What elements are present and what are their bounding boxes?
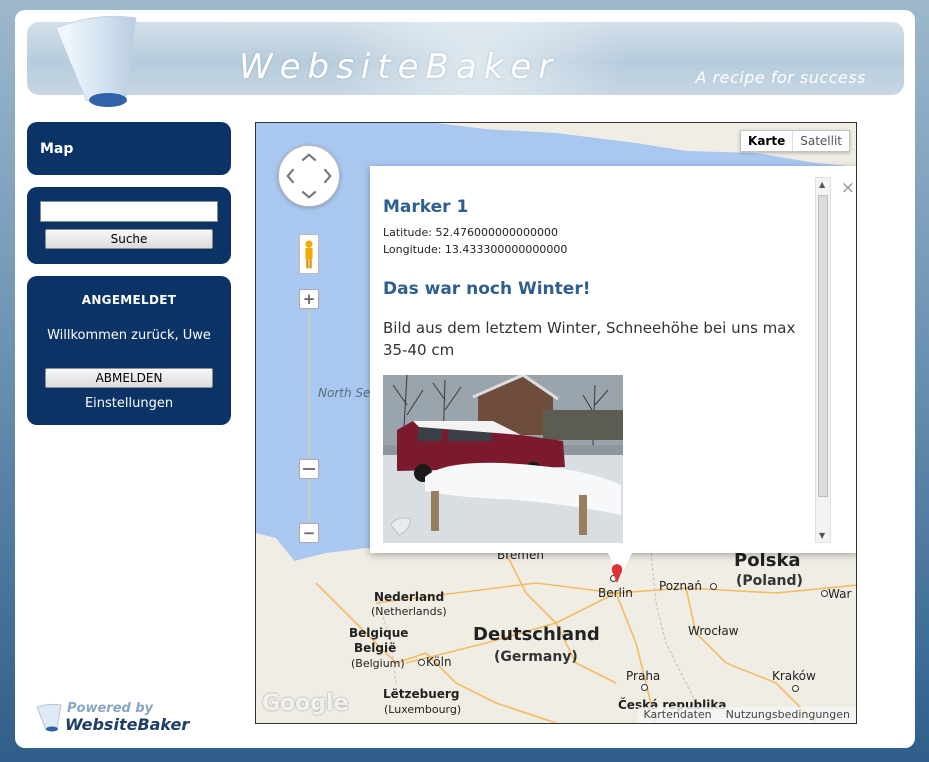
map-label-letzebuerg: Lëtzebuerg <box>383 687 460 701</box>
search-input[interactable] <box>40 201 218 222</box>
city-dot-krakow <box>792 685 799 692</box>
map-label-koln: Köln <box>426 655 452 669</box>
map-label-belgique: Belgique <box>349 626 409 640</box>
map-data-link[interactable]: Kartendaten <box>644 708 712 722</box>
map-label-germany: (Germany) <box>494 649 578 665</box>
search-box: Suche <box>27 187 231 264</box>
map-label-belgie: België <box>354 641 397 655</box>
zoom-in-button[interactable]: + <box>299 289 319 309</box>
zoom-out-button[interactable]: − <box>299 523 319 543</box>
logout-button[interactable]: ABMELDEN <box>45 368 213 388</box>
map-label-war: War <box>828 587 852 601</box>
info-window: × Marker 1 Latitude: 52.476000000000000 … <box>370 166 856 553</box>
map-label-nederland: Nederland <box>374 590 445 604</box>
login-box: ANGEMELDET Willkommen zurück, Uwe ABMELD… <box>27 276 231 425</box>
map-type-map-button[interactable]: Karte <box>741 131 794 151</box>
map-label-north-sea: North Se <box>318 386 371 400</box>
google-logo[interactable]: Google <box>262 691 349 716</box>
map-label-netherlands: (Netherlands) <box>371 605 447 618</box>
map-label-belgium: (Belgium) <box>351 657 405 670</box>
site-title: WebsiteBaker <box>239 47 560 87</box>
map-label-polska: Polska <box>734 550 801 571</box>
map-label-wroclaw: Wrocław <box>688 624 739 638</box>
city-dot-praha <box>641 684 648 691</box>
slider-handle-icon <box>303 468 315 470</box>
map-label-krakow: Kraków <box>772 669 816 683</box>
terms-link[interactable]: Nutzungsbedingungen <box>726 708 850 722</box>
map-attribution: Kartendaten Nutzungsbedingungen <box>637 707 856 723</box>
scrollbar-thumb[interactable] <box>818 195 828 497</box>
city-dot-poznan <box>710 583 717 590</box>
pegman-icon[interactable] <box>299 234 319 274</box>
map-marker-icon[interactable] <box>611 563 623 583</box>
zoom-slider-track[interactable] <box>308 311 310 531</box>
info-window-scrollbar[interactable]: ▲ ▼ <box>815 177 831 543</box>
powered-cup-icon <box>36 703 62 732</box>
map-label-luxembourg: (Luxembourg) <box>384 703 462 716</box>
google-map[interactable]: Karte Satellit + − North Se Bremen Polsk… <box>255 122 857 724</box>
zoom-slider-handle[interactable] <box>299 459 319 479</box>
logo-cup-icon <box>55 15 137 107</box>
map-label-poznan: Poznań <box>659 579 703 593</box>
pan-control-icon[interactable] <box>278 145 340 207</box>
info-window-heading: Das war noch Winter! <box>383 279 591 299</box>
map-label-praha: Praha <box>626 669 661 683</box>
search-button[interactable]: Suche <box>45 229 213 249</box>
site-header: WebsiteBaker A recipe for success <box>27 22 904 95</box>
settings-link[interactable]: Einstellungen <box>27 396 231 411</box>
info-window-text: Bild aus dem letztem Winter, Schneehöhe … <box>383 319 796 359</box>
scroll-up-icon[interactable]: ▲ <box>819 180 825 189</box>
city-dot-warsaw <box>821 590 828 597</box>
map-label-berlin: Berlin <box>598 586 633 600</box>
map-label-deutschland: Deutschland <box>473 624 600 645</box>
page-container: WebsiteBaker A recipe for success Map Su… <box>15 10 915 748</box>
city-dot-koln <box>418 659 425 666</box>
site-tagline: A recipe for success <box>695 68 866 87</box>
map-type-control: Karte Satellit <box>740 130 850 152</box>
powered-by-brand: WebsiteBaker <box>65 715 190 734</box>
map-label-poland: (Poland) <box>736 573 803 589</box>
winter-photo <box>383 375 623 543</box>
login-heading: ANGEMELDET <box>81 293 177 307</box>
powered-by-logo[interactable]: Powered by WebsiteBaker <box>36 701 206 737</box>
scroll-down-icon[interactable]: ▼ <box>819 531 825 540</box>
info-window-latitude: Latitude: 52.476000000000000 <box>383 226 558 239</box>
welcome-text: Willkommen zurück, Uwe <box>47 328 211 343</box>
menu-box: Map <box>27 122 231 175</box>
menu-item-map[interactable]: Map <box>40 141 73 157</box>
powered-by-text: Powered by <box>67 701 154 716</box>
info-window-title: Marker 1 <box>383 197 469 217</box>
close-icon[interactable]: × <box>841 178 855 198</box>
map-type-satellite-button[interactable]: Satellit <box>793 131 849 151</box>
info-window-longitude: Longitude: 13.433300000000000 <box>383 243 568 256</box>
